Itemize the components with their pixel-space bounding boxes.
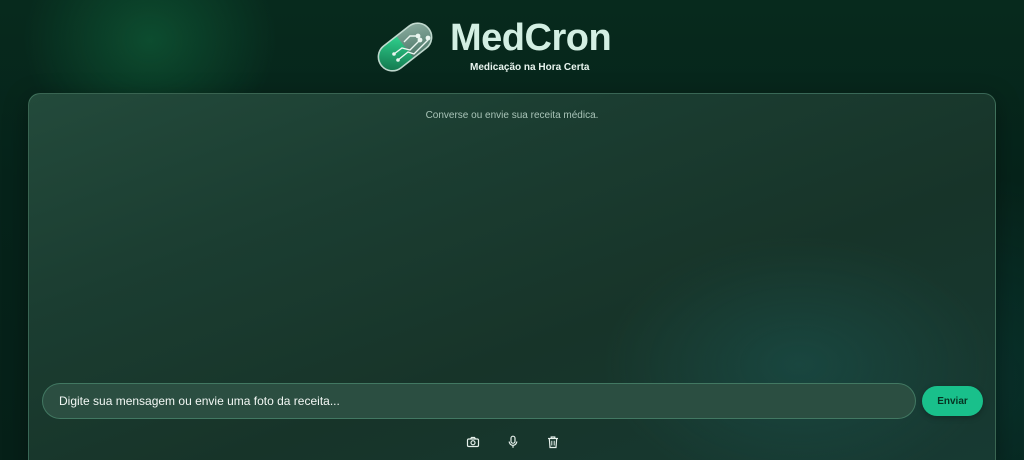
clear-chat-button[interactable]	[543, 432, 563, 452]
message-input[interactable]	[42, 383, 916, 419]
chat-panel: Converse ou envie sua receita médica. En…	[28, 93, 996, 460]
microphone-icon	[508, 435, 518, 448]
chat-action-bar	[29, 432, 995, 452]
app-subtitle: Medicação na Hora Certa	[470, 62, 590, 73]
camera-icon	[466, 436, 480, 448]
capsule-circuit-icon	[370, 16, 440, 78]
app-header: MedCron Medicação na Hora Certa	[0, 0, 1024, 92]
microphone-button[interactable]	[503, 432, 523, 452]
send-button[interactable]: Enviar	[922, 386, 983, 416]
app-title: MedCron	[450, 17, 612, 59]
chat-hint: Converse ou envie sua receita médica.	[425, 110, 599, 121]
camera-button[interactable]	[463, 432, 483, 452]
trash-icon	[548, 436, 558, 449]
